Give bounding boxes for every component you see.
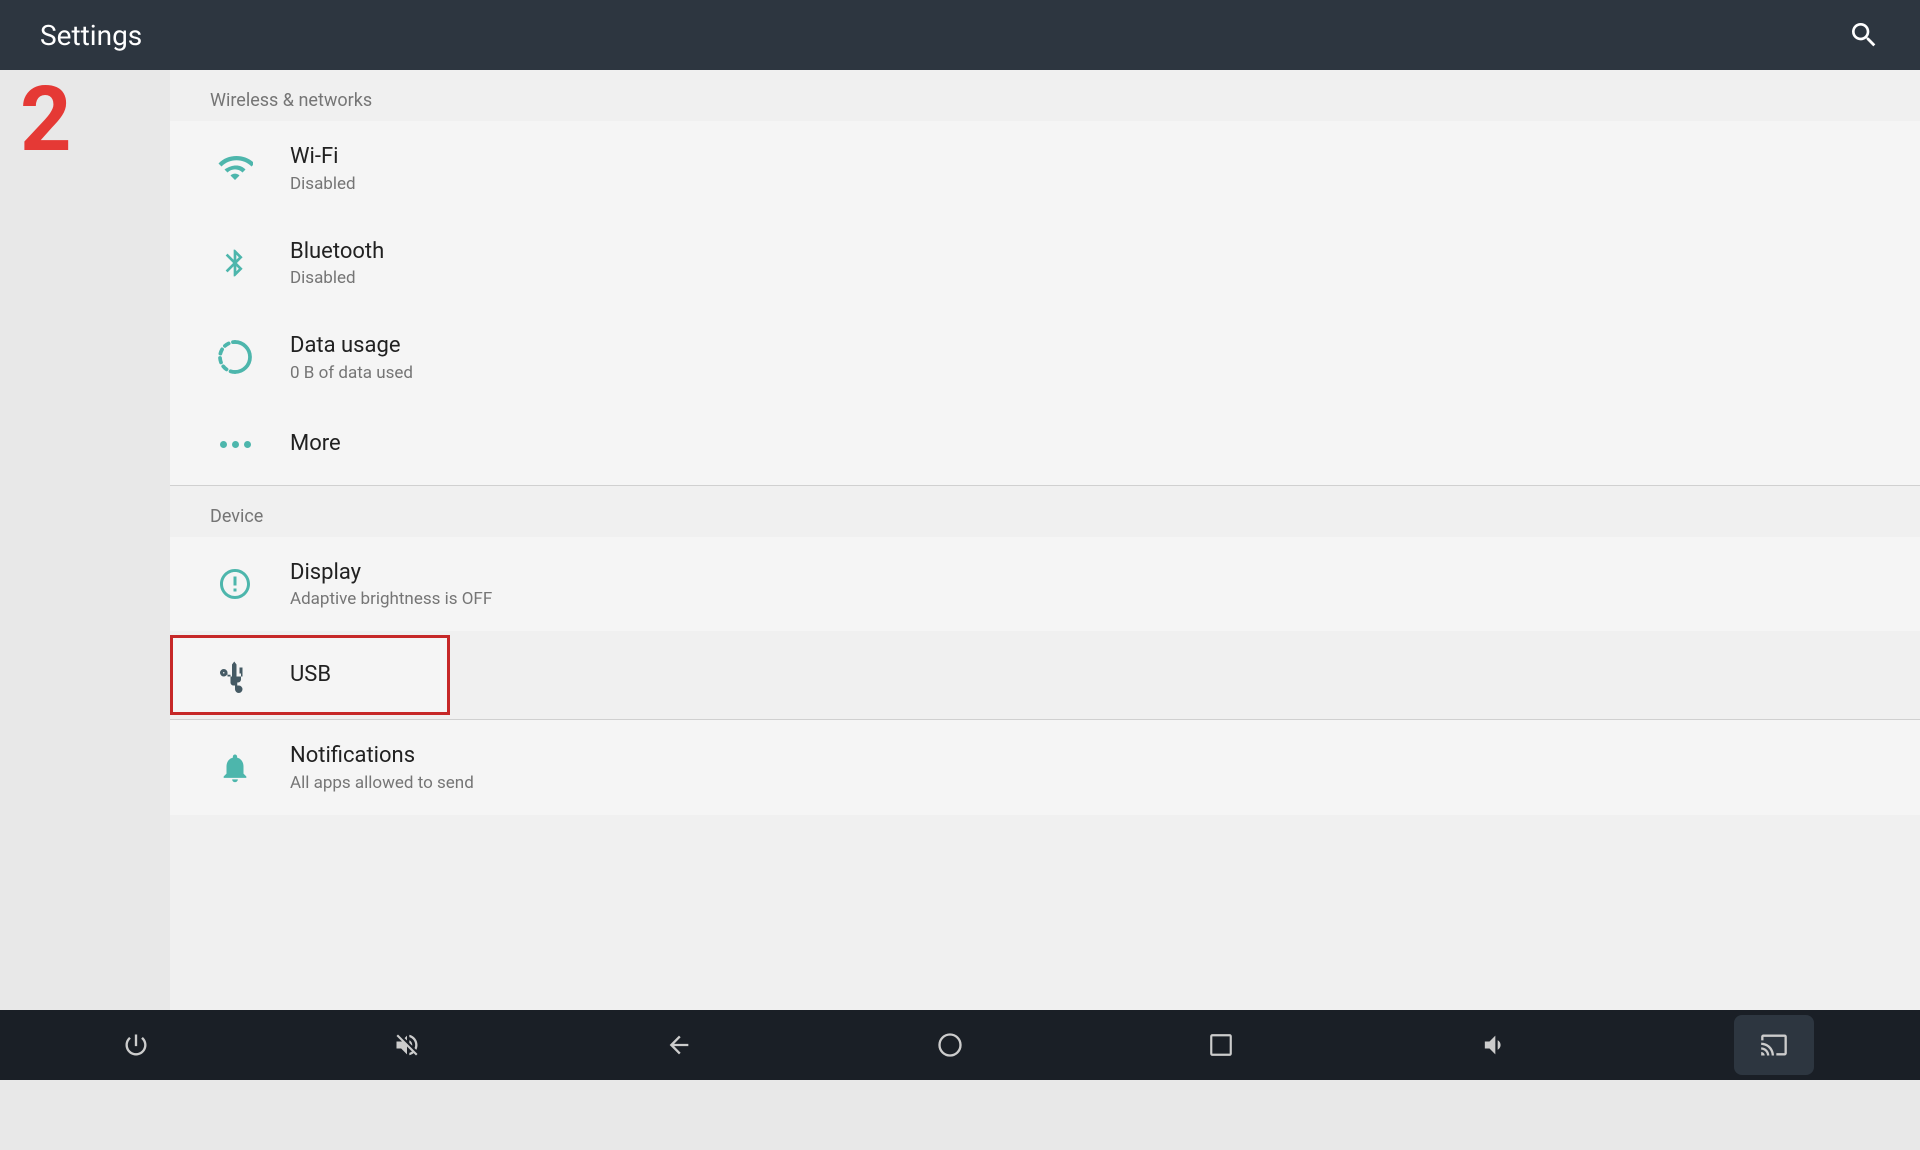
data-usage-icon bbox=[210, 339, 260, 375]
recents-button[interactable] bbox=[1191, 1015, 1251, 1075]
notifications-subtitle: All apps allowed to send bbox=[290, 773, 474, 793]
usb-icon bbox=[210, 657, 260, 693]
usb-text: USB bbox=[290, 661, 331, 690]
display-text: Display Adaptive brightness is OFF bbox=[290, 559, 492, 610]
volume-mute-button[interactable] bbox=[377, 1015, 437, 1075]
settings-item-data-usage[interactable]: Data usage 0 B of data used bbox=[170, 310, 1920, 405]
power-button[interactable] bbox=[106, 1015, 166, 1075]
section-header-wireless: Wireless & networks bbox=[170, 70, 1920, 121]
usb-title: USB bbox=[290, 661, 331, 690]
main-content: Wireless & networks Wi-Fi Disabled Bluet… bbox=[170, 70, 1920, 1010]
wifi-text: Wi-Fi Disabled bbox=[290, 143, 356, 194]
side-number: 2 bbox=[20, 75, 72, 165]
data-usage-text: Data usage 0 B of data used bbox=[290, 332, 413, 383]
notifications-text: Notifications All apps allowed to send bbox=[290, 742, 474, 793]
more-text: More bbox=[290, 430, 341, 459]
notifications-title: Notifications bbox=[290, 742, 474, 771]
settings-item-more[interactable]: More bbox=[170, 405, 1920, 485]
wifi-icon bbox=[210, 150, 260, 186]
wifi-subtitle: Disabled bbox=[290, 174, 356, 194]
more-icon bbox=[210, 441, 260, 448]
more-title: More bbox=[290, 430, 341, 459]
home-button[interactable] bbox=[920, 1015, 980, 1075]
bottom-nav-bar bbox=[0, 1010, 1920, 1080]
bluetooth-text: Bluetooth Disabled bbox=[290, 238, 384, 289]
settings-item-usb[interactable]: USB bbox=[170, 635, 450, 715]
settings-item-display[interactable]: Display Adaptive brightness is OFF bbox=[170, 537, 1920, 632]
settings-item-wifi[interactable]: Wi-Fi Disabled bbox=[170, 121, 1920, 216]
data-usage-subtitle: 0 B of data used bbox=[290, 363, 413, 383]
back-button[interactable] bbox=[649, 1015, 709, 1075]
settings-item-notifications[interactable]: Notifications All apps allowed to send bbox=[170, 720, 1920, 815]
bluetooth-subtitle: Disabled bbox=[290, 268, 384, 288]
volume-down-button[interactable] bbox=[1463, 1015, 1523, 1075]
display-subtitle: Adaptive brightness is OFF bbox=[290, 589, 492, 609]
settings-item-bluetooth[interactable]: Bluetooth Disabled bbox=[170, 216, 1920, 311]
display-title: Display bbox=[290, 559, 492, 588]
page-title: Settings bbox=[40, 19, 142, 52]
bluetooth-title: Bluetooth bbox=[290, 238, 384, 267]
wifi-title: Wi-Fi bbox=[290, 143, 356, 172]
bluetooth-icon bbox=[210, 245, 260, 281]
data-usage-title: Data usage bbox=[290, 332, 413, 361]
screencast-button[interactable] bbox=[1734, 1015, 1814, 1075]
top-bar: Settings bbox=[0, 0, 1920, 70]
display-icon bbox=[210, 566, 260, 602]
section-header-device: Device bbox=[170, 486, 1920, 537]
notifications-icon bbox=[210, 750, 260, 786]
search-button[interactable] bbox=[1848, 19, 1880, 51]
